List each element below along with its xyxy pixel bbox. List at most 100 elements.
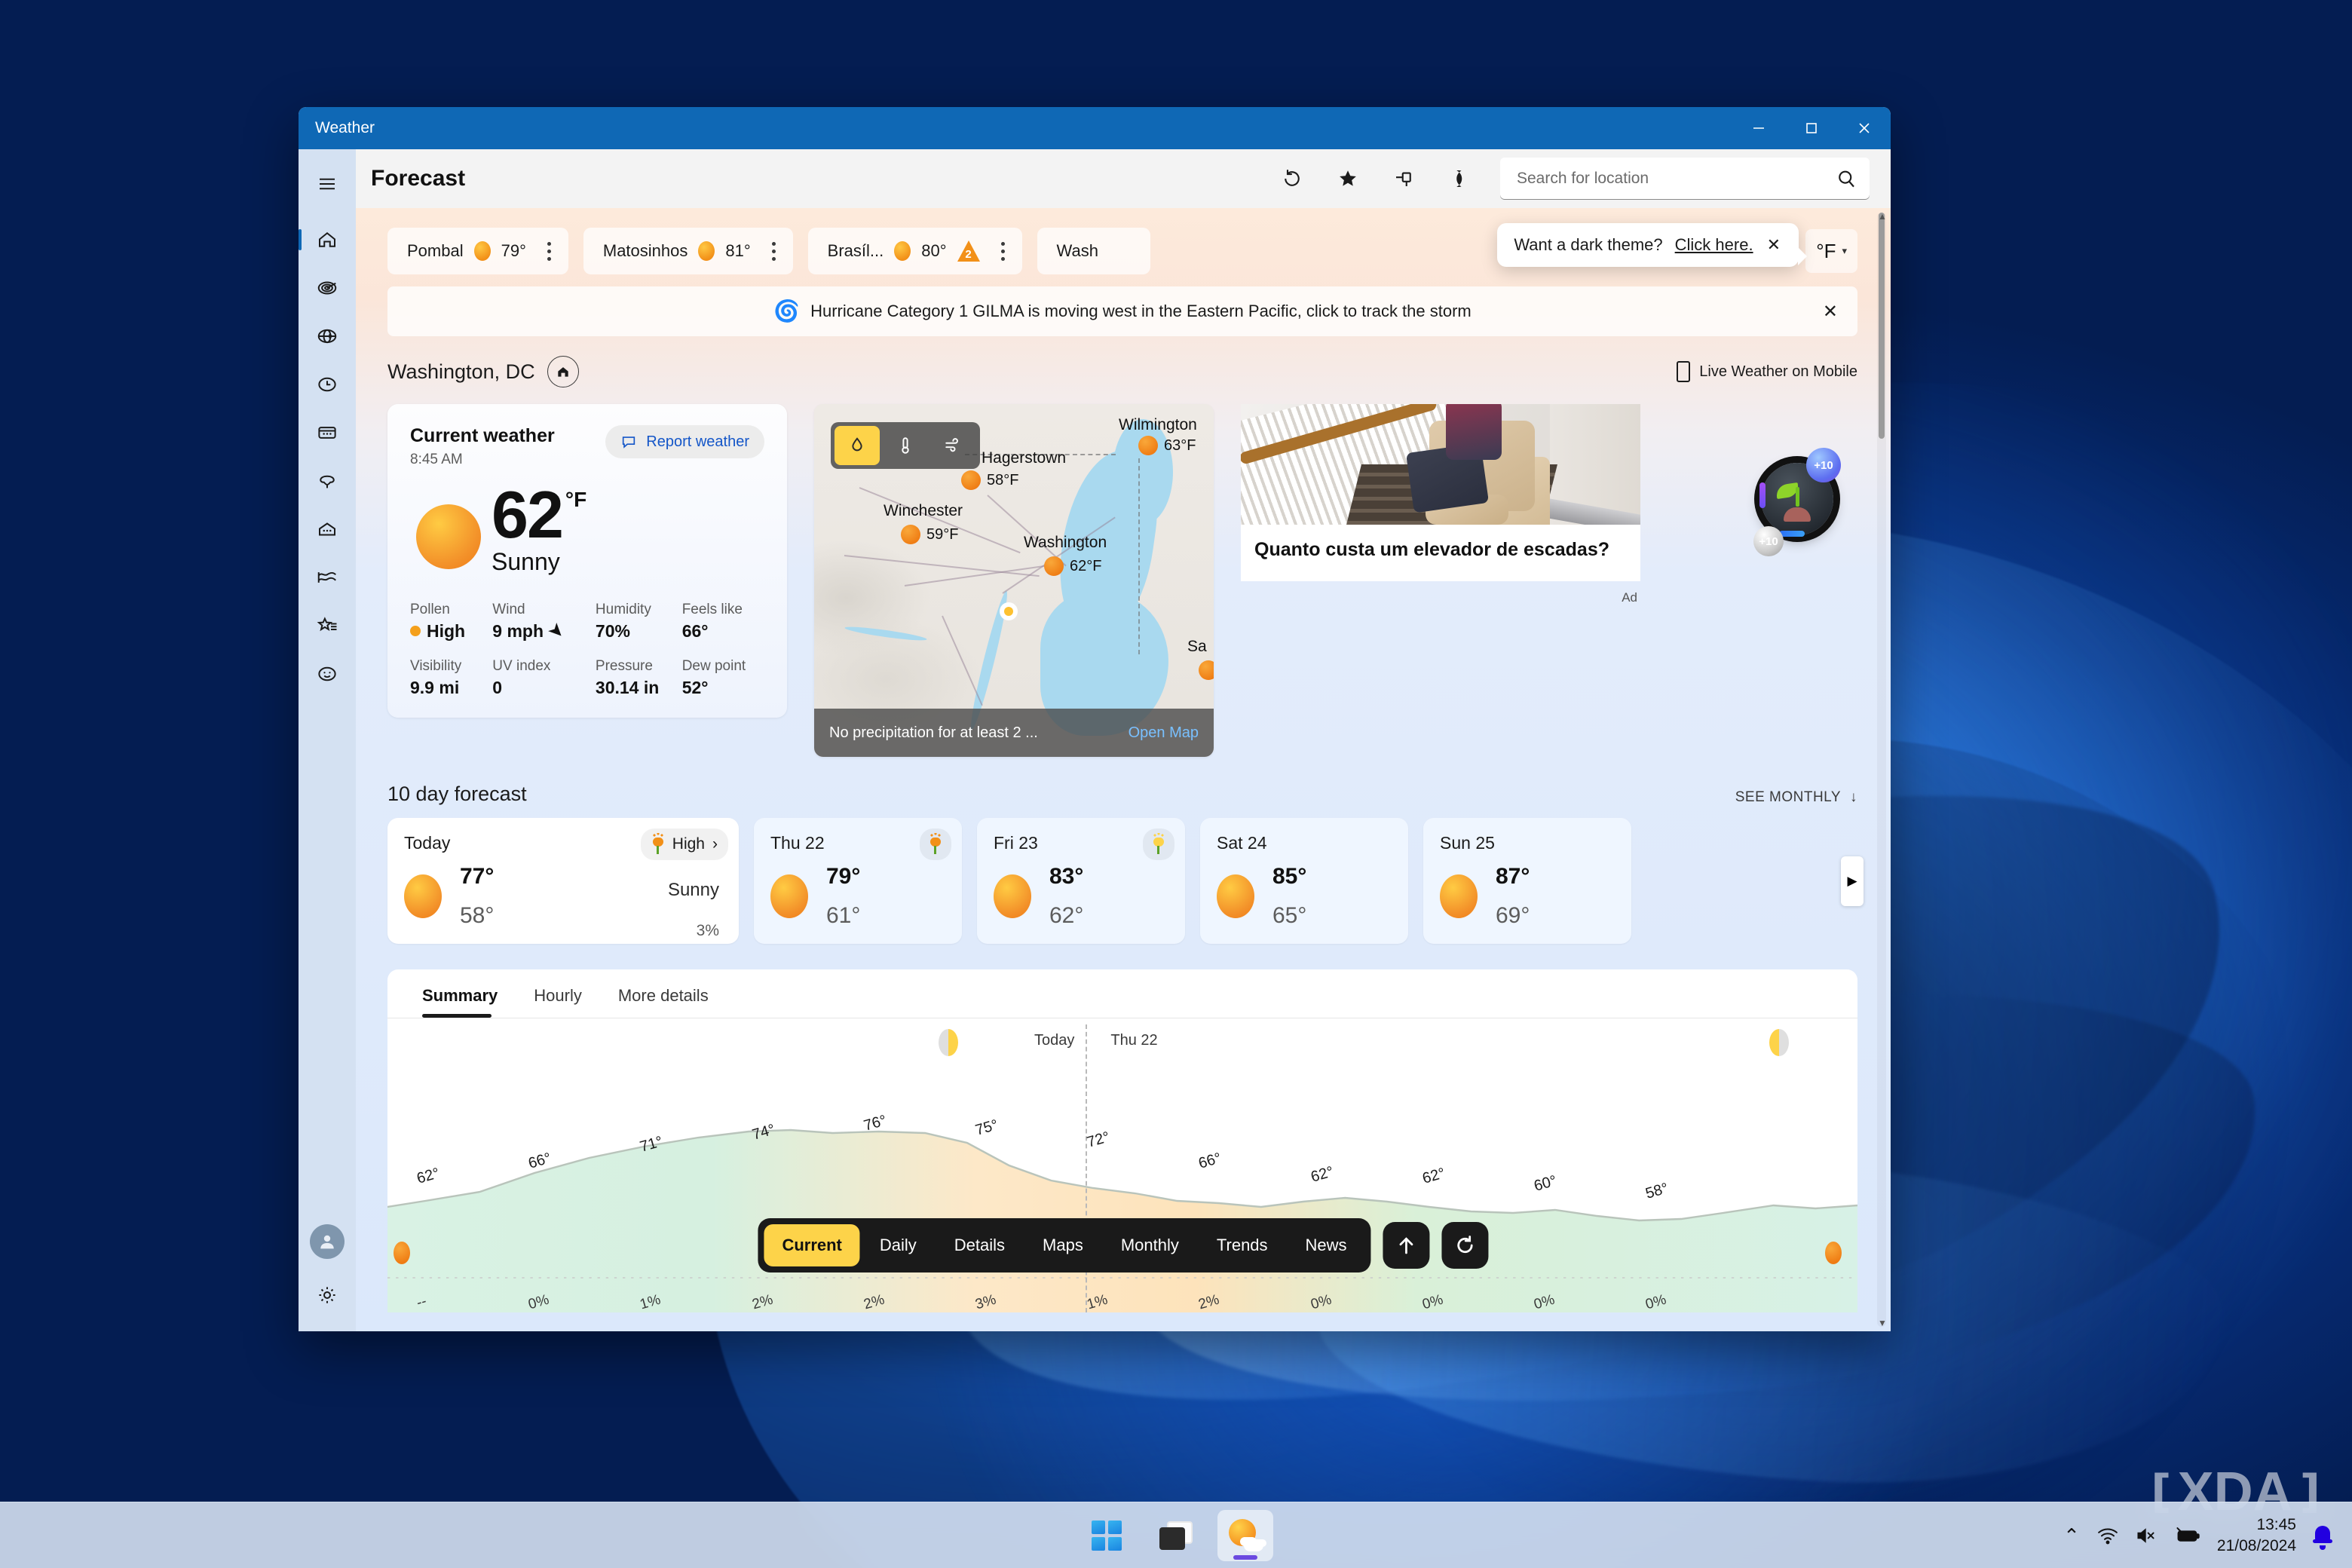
alert-close-icon[interactable]: ✕ <box>1823 301 1838 323</box>
pill-tab-current[interactable]: Current <box>764 1224 860 1266</box>
wind-icon[interactable] <box>931 426 976 465</box>
sidebar-item-pollen[interactable] <box>305 458 350 504</box>
sidebar-item-globe[interactable] <box>305 314 350 359</box>
content: Pombal 79° Matosinhos 81° Brasíl... 80° … <box>356 208 1891 1312</box>
pill-tab-maps[interactable]: Maps <box>1024 1224 1101 1266</box>
pill-tab-news[interactable]: News <box>1288 1224 1365 1266</box>
moon-icon[interactable] <box>1444 164 1475 194</box>
location-temp: 80° <box>921 241 947 260</box>
tab-more-details[interactable]: More details <box>618 986 709 1018</box>
temperature-icon[interactable] <box>883 426 928 465</box>
pill-tab-monthly[interactable]: Monthly <box>1103 1224 1197 1266</box>
stat-value: 30.14 in <box>595 677 660 697</box>
ad-image <box>1241 404 1640 525</box>
widget-badge-bottom[interactable]: +10 <box>1753 526 1784 556</box>
scrollbar-thumb[interactable] <box>1879 213 1885 439</box>
search-input[interactable] <box>1517 170 1827 188</box>
sidebar-item-radar[interactable] <box>305 265 350 311</box>
pollen-badge[interactable]: High › <box>640 828 728 860</box>
pill-tab-trends[interactable]: Trends <box>1199 1224 1286 1266</box>
forecast-card-thu22[interactable]: Thu 22 79° 61° <box>754 818 962 944</box>
forecast-card-fri23[interactable]: Fri 23 83° 62° <box>977 818 1185 944</box>
scroll-to-top-button[interactable] <box>1383 1222 1430 1269</box>
task-view-button[interactable] <box>1148 1510 1204 1561</box>
search-icon[interactable] <box>1835 167 1857 190</box>
forecast-card-today[interactable]: Today High › 77° 58° Sunny 3% <box>387 818 739 944</box>
forecast-temps: 85° 65° <box>1272 864 1306 929</box>
minimize-button[interactable] <box>1732 107 1785 149</box>
location-options-button[interactable] <box>761 234 787 268</box>
clock[interactable]: 13:45 21/08/2024 <box>2217 1514 2296 1557</box>
precipitation-icon[interactable] <box>835 426 880 465</box>
open-map-link[interactable]: Open Map <box>1129 724 1199 742</box>
pill-tab-details[interactable]: Details <box>936 1224 1023 1266</box>
location-options-button[interactable] <box>991 234 1016 268</box>
tab-hourly[interactable]: Hourly <box>534 986 582 1018</box>
hamburger-menu-button[interactable] <box>305 161 350 207</box>
live-weather-mobile-link[interactable]: Live Weather on Mobile <box>1677 361 1857 382</box>
location-chip-matosinhos[interactable]: Matosinhos 81° <box>583 228 793 274</box>
tulip-icon <box>929 833 942 854</box>
current-weather-header: Current weather 8:45 AM Report weather <box>410 425 764 468</box>
alert-count: 2 <box>965 248 972 261</box>
pollen-badge[interactable] <box>1143 828 1174 860</box>
wifi-icon[interactable] <box>2096 1526 2119 1545</box>
location-options-button[interactable] <box>537 234 562 268</box>
sidebar-item-air-quality[interactable] <box>305 507 350 552</box>
theme-tip-close-icon[interactable]: ✕ <box>1766 235 1782 255</box>
sidebar-item-calendar[interactable] <box>305 410 350 455</box>
temp-dot-icon <box>1044 556 1064 576</box>
floating-widget[interactable]: +10 +10 <box>1753 448 1844 561</box>
maximize-button[interactable] <box>1785 107 1838 149</box>
location-chip-washington[interactable]: Wash <box>1037 228 1150 274</box>
avatar[interactable] <box>310 1224 345 1259</box>
theme-tip-link[interactable]: Click here. <box>1675 235 1753 255</box>
search-box[interactable] <box>1500 158 1870 200</box>
weather-alert-badge[interactable]: 2 <box>957 240 980 262</box>
refresh-icon[interactable] <box>1277 164 1307 194</box>
sidebar-item-home[interactable] <box>299 217 350 262</box>
phone-icon <box>1677 361 1691 382</box>
close-button[interactable] <box>1838 107 1891 149</box>
stat-pressure: Pressure 30.14 in <box>596 658 682 698</box>
home-icon[interactable] <box>547 356 579 387</box>
app-toolbar: Forecast <box>356 149 1891 208</box>
settings-button[interactable] <box>305 1272 350 1318</box>
stat-value: 0 <box>492 677 503 697</box>
location-chip-brasilia[interactable]: Brasíl... 80° 2 <box>807 228 1022 274</box>
battery-charging-icon[interactable] <box>2175 1526 2200 1545</box>
pill-tab-daily[interactable]: Daily <box>862 1224 935 1266</box>
forecast-high: 79° <box>826 864 861 889</box>
start-button[interactable] <box>1079 1510 1135 1561</box>
temp-dot-icon <box>1199 660 1214 680</box>
tray-chevron-icon[interactable]: ⌃ <box>2063 1526 2080 1545</box>
bell-icon[interactable] <box>2313 1524 2332 1550</box>
hurricane-alert-banner[interactable]: 🌀 Hurricane Category 1 GILMA is moving w… <box>387 286 1857 336</box>
see-monthly-link[interactable]: SEE MONTHLY ↓ <box>1735 789 1857 806</box>
sidebar-item-clock[interactable] <box>305 362 350 407</box>
sidebar-item-favorites[interactable] <box>305 603 350 648</box>
weather-app-button[interactable] <box>1217 1509 1273 1561</box>
volume-muted-icon[interactable] <box>2136 1526 2158 1545</box>
current-temp-wrap: 62 °F <box>492 482 586 548</box>
vertical-scrollbar[interactable]: ▲ ▼ <box>1877 211 1887 1328</box>
temperature-unit-toggle[interactable]: °F ▾ <box>1805 229 1857 273</box>
refresh-button[interactable] <box>1441 1222 1489 1269</box>
sidebar-item-trends[interactable] <box>305 555 350 600</box>
map-layer-toggle[interactable] <box>831 422 980 469</box>
forecast-next-button[interactable]: ▶ <box>1841 856 1864 906</box>
sidebar-item-feedback[interactable] <box>305 651 350 697</box>
scroll-down-arrow[interactable]: ▼ <box>1878 1318 1887 1328</box>
pollen-badge[interactable] <box>920 828 951 860</box>
widget-badge-top[interactable]: +10 <box>1806 448 1841 482</box>
forecast-card-sat24[interactable]: Sat 24 85° 65° <box>1200 818 1408 944</box>
report-weather-button[interactable]: Report weather <box>605 425 764 458</box>
advertisement-card[interactable]: Quanto custa um elevador de escadas? Ad <box>1241 404 1640 605</box>
scroll-up-arrow[interactable]: ▲ <box>1878 211 1887 222</box>
tab-summary[interactable]: Summary <box>422 986 498 1018</box>
location-chip-pombal[interactable]: Pombal 79° <box>387 228 568 274</box>
star-icon[interactable] <box>1333 164 1363 194</box>
weather-map-card[interactable]: Hagerstown 58°F Wilmington 63°F Winchest… <box>814 404 1214 757</box>
forecast-card-sun25[interactable]: Sun 25 87° 69° <box>1423 818 1631 944</box>
pin-icon[interactable] <box>1389 164 1419 194</box>
